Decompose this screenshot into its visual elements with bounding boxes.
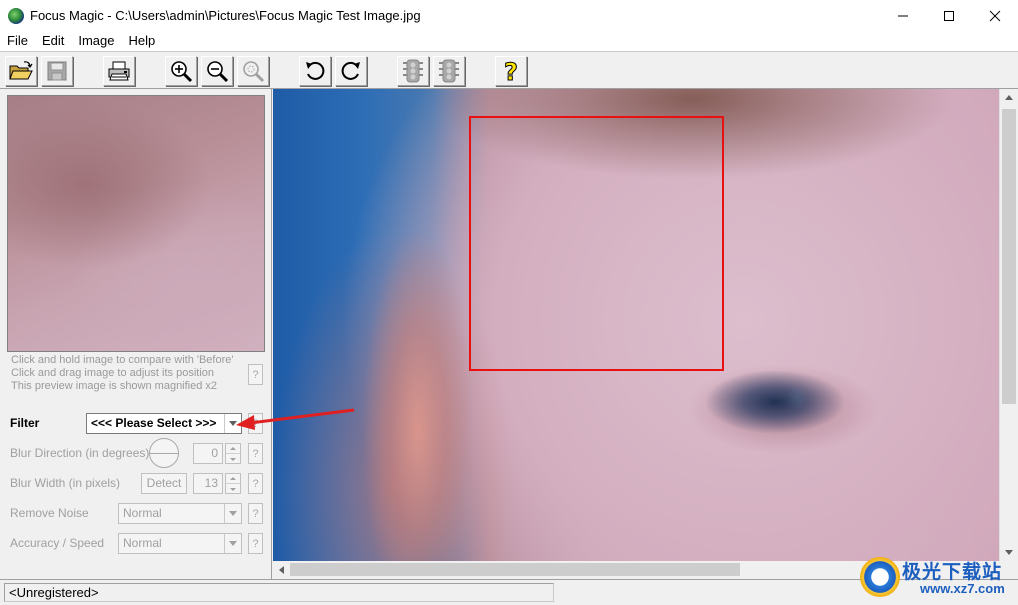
menu-help[interactable]: Help (122, 31, 163, 51)
filter-select[interactable]: <<< Please Select >>> (86, 413, 242, 434)
help-button[interactable]: ? (495, 56, 527, 86)
chevron-down-icon (224, 534, 241, 553)
blur-direction-label: Blur Direction (in degrees) (10, 446, 150, 460)
rotate-left-icon (306, 61, 325, 80)
control-panel: Click and hold image to compare with 'Be… (0, 89, 272, 579)
vertical-scrollbar[interactable] (999, 89, 1018, 561)
window-controls (880, 0, 1018, 31)
traffic-light-icon (403, 59, 423, 83)
zoom-fit-button[interactable] (237, 56, 269, 86)
chevron-up-icon (226, 444, 240, 454)
watermark-title: 极光下载站 (902, 562, 1003, 583)
zoom-out-button[interactable] (201, 56, 233, 86)
remove-noise-label: Remove Noise (10, 506, 89, 520)
remove-noise-value: Normal (123, 506, 162, 520)
save-button[interactable] (41, 56, 73, 86)
focus-magic-app-icon (8, 7, 24, 24)
save-disk-icon (47, 61, 67, 81)
maximize-button[interactable] (926, 0, 972, 31)
accuracy-speed-value: Normal (123, 536, 162, 550)
help-question-icon: ? (504, 58, 519, 84)
chevron-left-icon (279, 566, 284, 574)
focus-selection-rectangle[interactable] (469, 116, 724, 371)
watermark: 极光下载站 www.xz7.com (858, 553, 1018, 603)
print-button[interactable] (103, 56, 135, 86)
window-title: Focus Magic - C:\Users\admin\Pictures\Fo… (30, 8, 421, 23)
close-button[interactable] (972, 0, 1018, 31)
preview-hint-compare: Click and hold image to compare with 'Be… (11, 354, 234, 366)
chevron-down-icon (224, 504, 241, 523)
zoom-out-icon (207, 61, 229, 83)
rotate-left-button[interactable] (299, 56, 331, 86)
chevron-down-icon (226, 484, 240, 494)
before-after-button-2[interactable] (433, 56, 465, 86)
before-after-button-1[interactable] (397, 56, 429, 86)
print-icon (108, 61, 130, 81)
chevron-down-icon (226, 454, 240, 464)
open-folder-icon (9, 61, 33, 80)
accuracy-speed-help-button[interactable]: ? (248, 533, 263, 554)
remove-noise-select[interactable]: Normal (118, 503, 242, 524)
chevron-up-icon (1005, 95, 1013, 100)
blur-width-input[interactable]: 13 (193, 473, 223, 494)
accuracy-speed-select[interactable]: Normal (118, 533, 242, 554)
open-button[interactable] (5, 56, 37, 86)
watermark-logo-icon (860, 557, 900, 597)
scroll-up-button[interactable] (1000, 89, 1018, 106)
menu-bar: File Edit Image Help (0, 31, 1018, 51)
rotate-right-button[interactable] (335, 56, 367, 86)
preview-hint-drag: Click and drag image to adjust its posit… (11, 367, 214, 379)
blur-direction-input[interactable]: 0 (193, 443, 223, 464)
toolbar: ? (0, 51, 1018, 89)
image-canvas[interactable] (273, 89, 999, 561)
minimize-icon (898, 15, 908, 16)
zoom-fit-icon (243, 61, 265, 83)
zoom-in-button[interactable] (165, 56, 197, 86)
blur-direction-help-button[interactable]: ? (248, 443, 263, 464)
filter-label: Filter (10, 416, 40, 430)
blur-width-label: Blur Width (in pixels) (10, 476, 121, 490)
menu-image[interactable]: Image (71, 31, 121, 51)
blur-width-help-button[interactable]: ? (248, 473, 263, 494)
accuracy-speed-label: Accuracy / Speed (10, 536, 105, 550)
vertical-scroll-thumb[interactable] (1002, 109, 1016, 404)
scroll-left-button[interactable] (273, 561, 290, 579)
preview-image[interactable] (7, 95, 265, 352)
menu-file[interactable]: File (0, 31, 35, 51)
title-bar: Focus Magic - C:\Users\admin\Pictures\Fo… (0, 0, 1018, 31)
blur-direction-stepper[interactable] (225, 443, 241, 464)
preview-hint-magnified: This preview image is shown magnified x2 (11, 380, 218, 392)
annotation-arrow-icon (236, 408, 355, 430)
chevron-up-icon (226, 474, 240, 484)
zoom-in-icon (171, 61, 193, 83)
filter-select-value: <<< Please Select >>> (91, 416, 217, 430)
blur-direction-dial[interactable] (149, 438, 179, 468)
traffic-light-icon (439, 59, 459, 83)
rotate-right-icon (341, 61, 360, 80)
watermark-url: www.xz7.com (920, 581, 1005, 596)
minimize-button[interactable] (880, 0, 926, 31)
menu-edit[interactable]: Edit (35, 31, 71, 51)
preview-help-button[interactable]: ? (248, 364, 263, 385)
remove-noise-help-button[interactable]: ? (248, 503, 263, 524)
help-question-glyph: ? (504, 58, 518, 84)
registration-status: <Unregistered> (4, 583, 554, 602)
horizontal-scroll-thumb[interactable] (290, 563, 740, 576)
maximize-icon (944, 10, 954, 21)
detect-button[interactable]: Detect (141, 473, 187, 494)
close-icon (989, 10, 1001, 21)
blur-width-stepper[interactable] (225, 473, 241, 494)
